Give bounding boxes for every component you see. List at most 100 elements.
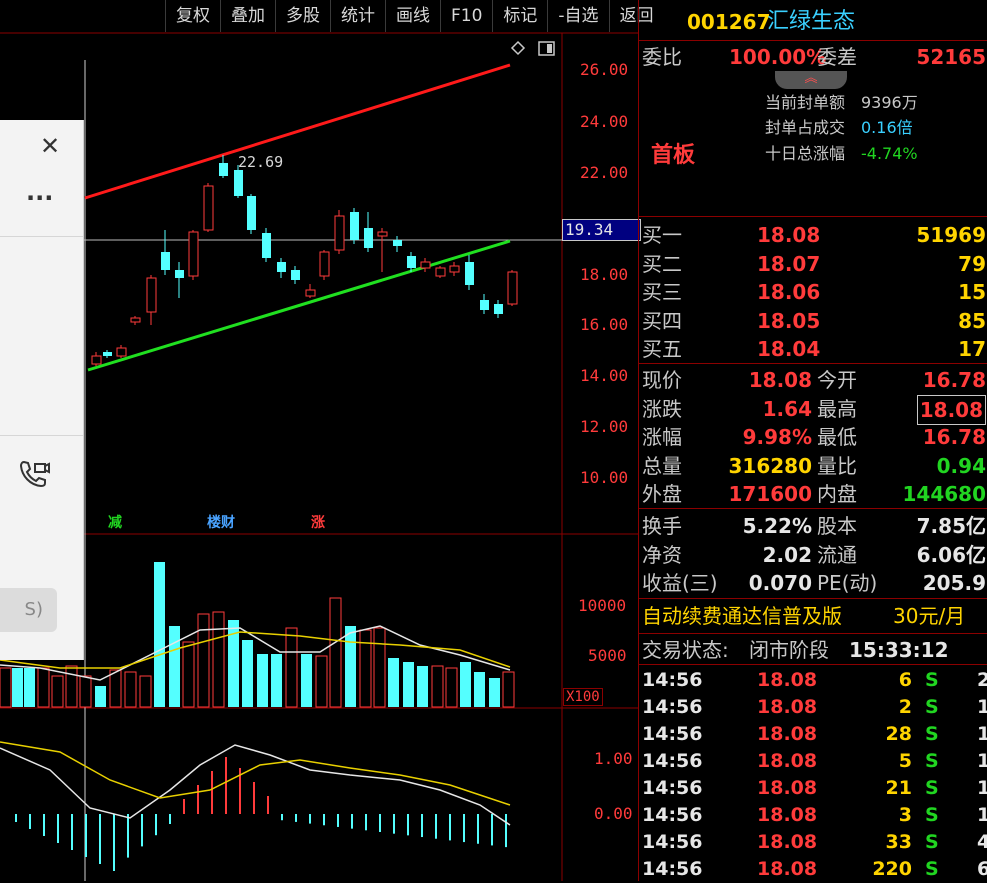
volume-bar (109, 669, 122, 708)
tick-count: 1 (977, 750, 987, 772)
quote-value: 9.98% (742, 425, 812, 449)
draw-line-button[interactable]: 画线 (385, 0, 440, 32)
quote-label: 最低 (817, 425, 857, 449)
tick-row[interactable]: 14:56 18.08 21 S 1 (639, 774, 987, 802)
ad-text: 自动续费通达信普及版 (642, 604, 842, 628)
quote-row: 涨幅 9.98% 最低 16.78 (639, 423, 987, 451)
candle-body (507, 271, 518, 305)
tick-row[interactable]: 14:56 18.08 5 S 1 (639, 747, 987, 775)
seal-amount-label: 当前封单额 (765, 93, 846, 112)
restore-rights-button[interactable]: 复权 (165, 0, 220, 32)
volume-bar (95, 686, 106, 707)
f10-button[interactable]: F10 (440, 0, 492, 32)
volume-bar (12, 668, 23, 707)
tick-row[interactable]: 14:56 18.08 28 S 1 (639, 720, 987, 748)
popup-pill-button[interactable]: S) (0, 588, 57, 632)
candle-body (334, 215, 345, 251)
candle-body (247, 196, 256, 230)
candle-body (393, 240, 402, 246)
tick-count: 1 (977, 723, 987, 745)
tick-time: 14:56 (642, 831, 703, 853)
fundamental-value: 7.85亿 (916, 514, 986, 538)
close-icon[interactable]: ✕ (40, 132, 60, 160)
price-marker: 19.34 (562, 219, 641, 241)
remove-watchlist-button[interactable]: -自选 (547, 0, 608, 32)
buy-level-row[interactable]: 买二 18.07 79 (639, 250, 987, 278)
price-axis-label: 18.00 (580, 265, 629, 284)
buy-level-label: 买二 (642, 251, 682, 276)
quote-value: 0.94 (936, 453, 986, 478)
quote-label: 内盘 (817, 482, 857, 506)
candle-body (305, 289, 316, 297)
collapse-icon[interactable]: ︽ (775, 71, 847, 89)
volume-bar (417, 666, 428, 707)
volume-bar (474, 672, 485, 707)
macd-histogram (15, 757, 507, 871)
volume-axis-label: 5000 (588, 646, 627, 665)
tick-count: 1 (977, 777, 987, 799)
ten-day-row: 十日总涨幅 -4.74% (639, 140, 987, 168)
tick-price: 18.08 (757, 669, 818, 691)
kline-chart[interactable] (0, 0, 638, 881)
volume-bar (139, 675, 152, 708)
quote-value: 18.08 (916, 394, 986, 425)
quote-row: 涨跌 1.64 最高 18.08 (639, 394, 987, 425)
buy-level-row[interactable]: 买四 18.05 85 (639, 307, 987, 335)
volume-bar (329, 597, 342, 708)
mark-button[interactable]: 标记 (492, 0, 547, 32)
tick-row[interactable]: 14:56 18.08 33 S 4 (639, 828, 987, 856)
candle-body (449, 265, 460, 273)
more-options-icon[interactable]: ··· (26, 184, 53, 212)
candle-body (277, 262, 286, 272)
buy-level-label: 买三 (642, 280, 682, 304)
candlestick-series (91, 155, 518, 366)
tick-volume: 6 (898, 669, 912, 691)
buy-level-price: 18.04 (757, 337, 821, 361)
candle-body (435, 267, 446, 277)
tick-volume: 220 (872, 858, 912, 880)
candle-body (377, 231, 388, 237)
candle-body (219, 163, 228, 176)
candle-body (116, 347, 127, 357)
tick-row[interactable]: 14:56 18.08 6 S 2 (639, 666, 987, 694)
fundamental-value: 0.070 (748, 571, 812, 595)
fundamental-label: 净资 (642, 542, 682, 567)
tick-count: 2 (977, 669, 987, 691)
top-toolbar: 复权 叠加 多股 统计 画线 F10 标记 -自选 返回 (165, 0, 664, 32)
tick-volume: 28 (885, 723, 912, 745)
tick-row[interactable]: 14:56 18.08 220 S 6 (639, 855, 987, 883)
overlay-button[interactable]: 叠加 (220, 0, 275, 32)
tick-side: S (925, 831, 939, 853)
buy-level-row[interactable]: 买三 18.06 15 (639, 278, 987, 306)
candle-body (420, 261, 431, 269)
price-axis-label: 24.00 (580, 112, 629, 131)
tick-row[interactable]: 14:56 18.08 2 S 1 (639, 693, 987, 721)
buy-level-row[interactable]: 买一 18.08 51969 (639, 221, 987, 249)
stock-code: 001267 (687, 10, 771, 34)
marker-rise[interactable]: 涨 (311, 512, 325, 532)
ad-banner[interactable]: 自动续费通达信普及版 30元/月 (639, 602, 987, 630)
fundamental-label: PE(动) (817, 571, 878, 595)
statistics-button[interactable]: 统计 (330, 0, 385, 32)
buy-level-row[interactable]: 买五 18.04 17 (639, 335, 987, 363)
tick-volume: 21 (885, 777, 912, 799)
tick-volume: 5 (898, 750, 912, 772)
volume-bar (169, 626, 180, 707)
chart-area[interactable]: 26.00 24.00 22.00 18.00 16.00 14.00 12.0… (0, 0, 654, 881)
volume-bar (502, 671, 515, 708)
ten-day-label: 十日总涨幅 (765, 144, 846, 163)
marker-reduce[interactable]: 减 (108, 512, 122, 532)
quote-value: 171600 (728, 482, 813, 506)
tick-row[interactable]: 14:56 18.08 3 S 1 (639, 801, 987, 829)
tick-count: 4 (977, 831, 987, 853)
volume-bar (242, 640, 253, 707)
stock-name: 汇绿生态 (767, 9, 856, 34)
marker-finance[interactable]: 楼财 (207, 512, 235, 532)
candle-body (234, 170, 243, 196)
volume-bar (460, 662, 471, 707)
quote-value: 316280 (728, 453, 813, 478)
multi-stock-button[interactable]: 多股 (275, 0, 330, 32)
video-call-icon[interactable] (18, 458, 50, 490)
quote-value: 1.64 (762, 396, 812, 421)
overlay-popup[interactable]: ✕ ··· S) (0, 120, 84, 660)
